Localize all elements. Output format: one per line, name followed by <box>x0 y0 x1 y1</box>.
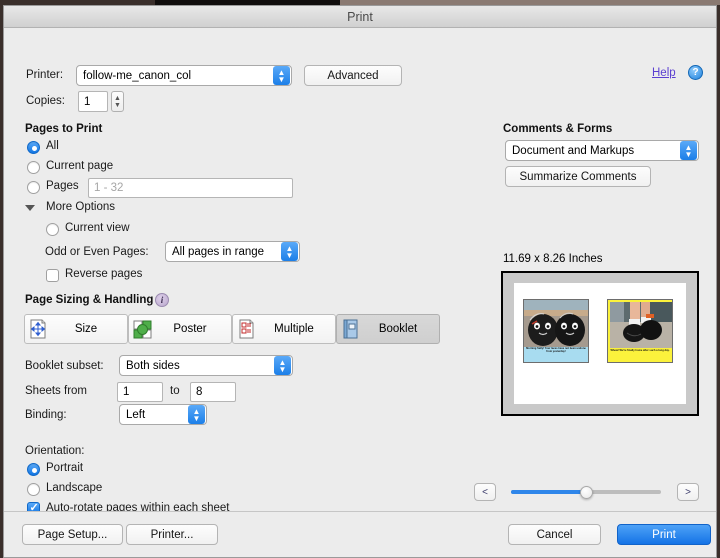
preview-caption-right: Whew! We're finally home after such a lo… <box>610 349 670 352</box>
chevron-updown-icon: ▲ ▼ <box>273 66 290 85</box>
sheets-from-label: Sheets from <box>25 385 87 397</box>
sizing-button-booklet[interactable]: Booklet <box>336 314 440 344</box>
reverse-pages-label: Reverse pages <box>65 268 143 280</box>
preview-dimensions: 11.69 x 8.26 Inches <box>503 253 603 265</box>
advanced-button-label: Advanced <box>327 69 379 82</box>
chevron-updown-icon: ▲ ▼ <box>680 141 697 160</box>
preview-panel-left: Morning Sally! Your laces have not been … <box>523 299 589 363</box>
sheets-to-label: to <box>170 385 180 397</box>
cancel-button[interactable]: Cancel <box>508 524 601 545</box>
odd-even-select-value: All pages in range <box>172 245 265 258</box>
sizing-button-size[interactable]: Size <box>24 314 128 344</box>
sheets-from-value: 1 <box>123 386 130 398</box>
chevron-updown-icon: ▲ ▼ <box>274 356 291 375</box>
page-setup-button[interactable]: Page Setup... <box>22 524 123 545</box>
radio-pages[interactable] <box>27 181 40 194</box>
radio-pages-label: Pages <box>46 180 79 192</box>
sheets-to-value: 8 <box>196 386 203 398</box>
binding-select-value: Left <box>126 408 146 421</box>
sizing-button-poster-label: Poster <box>173 323 207 335</box>
preview-caption-left: Morning Sally! Your laces have not been … <box>526 347 586 354</box>
poster-icon <box>129 320 155 339</box>
radio-current-view[interactable] <box>46 223 59 236</box>
comments-heading: Comments & Forms <box>503 123 613 135</box>
pages-to-print-heading: Pages to Print <box>25 123 103 135</box>
page-setup-label: Page Setup... <box>37 528 108 541</box>
title-bar: Print <box>4 6 716 28</box>
info-icon[interactable]: i <box>155 293 169 307</box>
booklet-subset-label: Booklet subset: <box>25 360 104 372</box>
page-slider-knob[interactable] <box>579 486 593 499</box>
checkbox-reverse-pages[interactable] <box>46 269 59 282</box>
dialog-content: Printer: follow-me_canon_col ▲ ▼ Advanced… <box>4 28 716 557</box>
odd-even-select[interactable]: All pages in range ▲ ▼ <box>165 241 300 262</box>
odd-even-label: Odd or Even Pages: <box>45 246 149 258</box>
pages-range-placeholder: 1 - 32 <box>94 182 124 194</box>
print-dialog-window: Print Printer: follow-me_canon_col ▲ ▼ Ad… <box>3 5 717 558</box>
printer-settings-label: Printer... <box>150 528 194 541</box>
sizing-button-booklet-label: Booklet <box>378 323 418 335</box>
copies-input[interactable]: 1 <box>78 91 108 112</box>
printer-select[interactable]: follow-me_canon_col ▲ ▼ <box>76 65 292 86</box>
radio-landscape-label: Landscape <box>46 482 103 494</box>
preview-image-left <box>524 300 588 347</box>
print-preview: Morning Sally! Your laces have not been … <box>501 271 699 416</box>
summarize-comments-button[interactable]: Summarize Comments <box>505 166 651 187</box>
radio-portrait[interactable] <box>27 463 40 476</box>
footer-bar: Page Setup... Printer... Cancel Print <box>4 511 716 557</box>
summarize-comments-label: Summarize Comments <box>519 170 637 183</box>
radio-current-page[interactable] <box>27 161 40 174</box>
sheets-to-input[interactable]: 8 <box>190 382 236 402</box>
printer-select-value: follow-me_canon_col <box>83 69 192 82</box>
sizing-button-size-label: Size <box>74 323 98 335</box>
printer-label: Printer: <box>26 69 64 81</box>
help-icon[interactable]: ? <box>688 65 703 80</box>
booklet-subset-select[interactable]: Both sides ▲ ▼ <box>119 355 293 376</box>
sizing-button-multiple-label: Multiple <box>274 323 314 335</box>
more-options-label[interactable]: More Options <box>46 201 115 213</box>
copies-input-value: 1 <box>84 95 91 108</box>
advanced-button[interactable]: Advanced <box>304 65 402 86</box>
pages-range-input[interactable]: 1 - 32 <box>88 178 293 198</box>
radio-current-view-label: Current view <box>65 222 130 234</box>
radio-current-page-label: Current page <box>46 160 114 172</box>
page-sizing-heading: Page Sizing & Handling <box>25 294 154 306</box>
radio-all-label: All <box>46 140 59 152</box>
binding-label: Binding: <box>25 409 67 421</box>
radio-landscape[interactable] <box>27 483 40 496</box>
copies-stepper[interactable]: ▲ ▼ <box>111 91 124 112</box>
radio-portrait-label: Portrait <box>46 462 84 474</box>
chevron-updown-icon: ▲ ▼ <box>281 242 298 261</box>
preview-panel-right: Whew! We're finally home after such a lo… <box>607 299 673 363</box>
page-slider-fill <box>511 490 586 494</box>
binding-select[interactable]: Left ▲ ▼ <box>119 404 207 425</box>
more-options-disclosure-icon[interactable] <box>25 205 35 211</box>
sizing-button-multiple[interactable]: Multiple <box>232 314 336 344</box>
preview-image-right <box>608 300 672 350</box>
sheets-from-input[interactable]: 1 <box>117 382 163 402</box>
print-label: Print <box>652 528 676 541</box>
next-page-button[interactable]: > <box>677 483 699 501</box>
sizing-button-poster[interactable]: Poster <box>128 314 232 344</box>
print-button[interactable]: Print <box>617 524 711 545</box>
preview-page: Morning Sally! Your laces have not been … <box>514 283 686 404</box>
help-link[interactable]: Help <box>652 67 676 79</box>
chevron-updown-icon: ▲ ▼ <box>188 405 205 424</box>
previous-page-button[interactable]: < <box>474 483 496 501</box>
copies-label: Copies: <box>26 95 65 107</box>
orientation-heading: Orientation: <box>25 445 85 457</box>
multiple-icon <box>233 319 259 339</box>
cancel-label: Cancel <box>536 528 573 541</box>
size-icon <box>25 319 51 339</box>
comments-select-value: Document and Markups <box>512 144 635 157</box>
comments-select[interactable]: Document and Markups ▲ ▼ <box>505 140 699 161</box>
printer-settings-button[interactable]: Printer... <box>126 524 218 545</box>
radio-all[interactable] <box>27 141 40 154</box>
booklet-subset-value: Both sides <box>126 359 180 372</box>
window-title: Print <box>347 9 373 24</box>
booklet-icon <box>337 319 363 339</box>
